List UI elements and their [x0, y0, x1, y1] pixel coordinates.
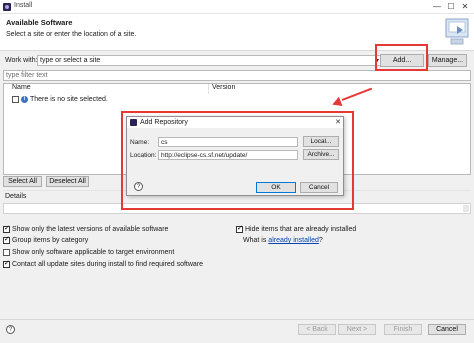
what-is-prefix: What is [243, 237, 267, 244]
page-subtitle: Select a site or enter the location of a… [6, 31, 137, 38]
install-banner-icon [445, 18, 469, 45]
title-bar [0, 0, 474, 14]
column-header-version[interactable]: Version [212, 84, 235, 91]
window-title: Install [14, 2, 33, 9]
page-title: Available Software [6, 18, 73, 27]
info-icon: i [21, 96, 28, 103]
group-by-category-label: Group items by category [12, 237, 89, 244]
already-installed-link[interactable]: already installed [268, 237, 319, 244]
annotation-box-dialog [121, 111, 354, 210]
work-with-label: Work with: [5, 57, 38, 64]
close-icon[interactable]: ✕ [458, 1, 472, 12]
select-all-button[interactable]: Select All [3, 176, 42, 187]
back-button[interactable]: < Back [298, 324, 336, 335]
details-scrollbar[interactable] [463, 205, 469, 212]
latest-versions-checkbox[interactable] [3, 224, 10, 233]
footer-separator [0, 319, 474, 320]
manage-button[interactable]: Manage... [428, 54, 467, 67]
finish-button[interactable]: Finish [384, 324, 422, 335]
eclipse-app-icon [3, 3, 11, 11]
annotation-box-add [375, 44, 428, 71]
filter-input[interactable]: type filter text [3, 70, 471, 81]
table-row-name: There is no site selected. [30, 96, 108, 103]
group-by-category-checkbox[interactable] [3, 235, 10, 244]
filter-placeholder: type filter text [6, 72, 48, 79]
target-env-checkbox[interactable] [3, 249, 10, 256]
column-header-name[interactable]: Name [12, 84, 31, 91]
hide-installed-checkbox[interactable] [236, 224, 243, 233]
minimize-icon[interactable]: — [430, 1, 444, 12]
what-is-suffix: ? [318, 237, 323, 244]
cancel-button[interactable]: Cancel [428, 324, 466, 335]
work-with-placeholder: type or select a site [40, 57, 101, 64]
maximize-icon[interactable]: ☐ [444, 1, 458, 12]
deselect-all-button[interactable]: Deselect All [46, 176, 89, 187]
column-divider [208, 84, 209, 94]
what-is-installed-text: What is already installed? [243, 237, 323, 244]
row-checkbox[interactable] [12, 96, 19, 103]
help-icon[interactable]: ? [6, 325, 15, 334]
work-with-combo[interactable]: type or select a site [37, 55, 375, 66]
contact-sites-label: Contact all update sites during install … [12, 261, 204, 268]
contact-sites-checkbox[interactable] [3, 259, 10, 268]
next-button[interactable]: Next > [338, 324, 376, 335]
details-label: Details [5, 193, 27, 200]
latest-versions-label: Show only the latest versions of availab… [12, 226, 169, 233]
target-env-label: Show only software applicable to target … [12, 249, 175, 256]
hide-installed-label: Hide items that are already installed [245, 226, 357, 233]
